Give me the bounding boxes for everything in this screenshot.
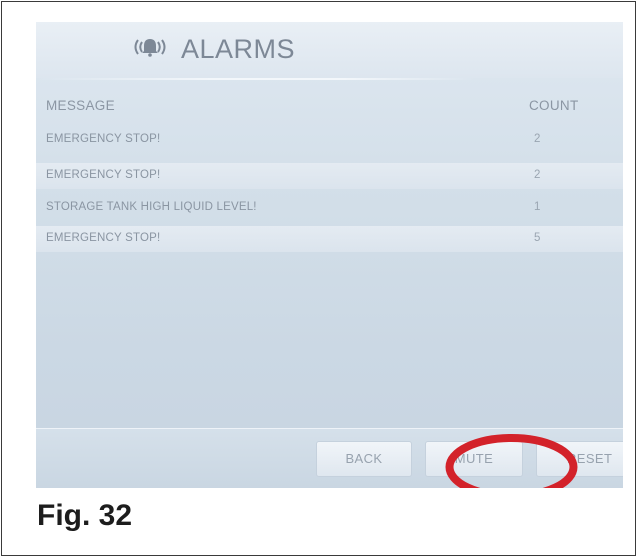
column-header-count: COUNT	[529, 98, 579, 113]
alarm-row[interactable]: EMERGENCY STOP! 2	[36, 127, 623, 153]
alarm-message: EMERGENCY STOP!	[46, 133, 161, 145]
page-title: ALARMS	[181, 34, 296, 64]
column-header-message: MESSAGE	[46, 98, 115, 113]
alarm-count: 1	[534, 201, 541, 213]
back-button[interactable]: BACK	[316, 441, 412, 477]
alarm-row[interactable]: STORAGE TANK HIGH LIQUID LEVEL! 1	[36, 195, 623, 221]
alarm-count: 2	[534, 133, 541, 145]
figure-caption: Fig. 32	[37, 499, 133, 532]
hmi-screen: ALARMS MESSAGE COUNT EMERGENCY STOP! 2 E…	[36, 22, 623, 488]
figure-frame: ALARMS MESSAGE COUNT EMERGENCY STOP! 2 E…	[1, 1, 636, 556]
alarm-count: 5	[534, 232, 541, 244]
alarm-message: EMERGENCY STOP!	[46, 232, 161, 244]
alarm-message: EMERGENCY STOP!	[46, 169, 161, 181]
title-bar: ALARMS	[36, 22, 623, 78]
alarm-message: STORAGE TANK HIGH LIQUID LEVEL!	[46, 201, 257, 213]
alarm-row[interactable]: EMERGENCY STOP! 2	[36, 163, 623, 189]
alarm-row[interactable]: EMERGENCY STOP! 5	[36, 226, 623, 252]
mute-highlight-ring	[445, 434, 578, 488]
title-divider	[36, 78, 476, 80]
alarm-count: 2	[534, 169, 541, 181]
alarm-bell-icon	[134, 39, 166, 57]
